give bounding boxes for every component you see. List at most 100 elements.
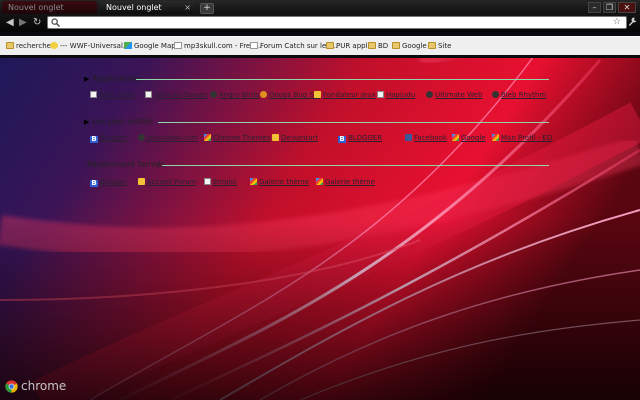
app-icon bbox=[210, 91, 217, 98]
tab-title: Nouvel onglet bbox=[8, 3, 64, 12]
app-icon bbox=[90, 91, 97, 98]
google-icon bbox=[250, 178, 257, 185]
google-maps-icon bbox=[124, 42, 132, 49]
section-apps-header[interactable]: ▶ Applications bbox=[84, 74, 141, 84]
section-title: Applications bbox=[92, 74, 142, 83]
minimize-button[interactable]: – bbox=[588, 2, 601, 13]
folder-icon bbox=[392, 42, 400, 49]
most-visited-item[interactable]: B Blogger bbox=[90, 134, 127, 143]
bookmark-google-maps[interactable]: Google Maps bbox=[124, 41, 179, 51]
app-item[interactable]: Tableau Google bbox=[145, 91, 208, 100]
blogger-icon: B bbox=[338, 135, 346, 143]
bookmark-label: PUR appli bbox=[336, 42, 370, 50]
bookmark-google[interactable]: Google bbox=[392, 41, 427, 51]
app-item[interactable]: Angry Birds bbox=[210, 91, 260, 100]
section-title: Récemment fermés bbox=[87, 160, 166, 169]
facebook-icon bbox=[405, 134, 412, 141]
google-icon bbox=[452, 134, 459, 141]
recently-closed-item[interactable]: Galerie thème bbox=[250, 178, 309, 187]
section-recently-closed-header[interactable]: Récemment fermés bbox=[84, 160, 165, 170]
section-divider bbox=[136, 79, 549, 80]
app-item[interactable]: Web Store bbox=[90, 91, 135, 100]
tab-title: Nouvel onglet bbox=[106, 3, 162, 12]
google-icon bbox=[204, 134, 211, 141]
site-icon bbox=[272, 134, 279, 141]
app-item[interactable]: Hapjudu bbox=[377, 91, 415, 100]
folder-icon bbox=[368, 42, 376, 49]
bookmark-bd[interactable]: BD bbox=[368, 41, 388, 51]
bookmark-wwf[interactable]: --- WWF-Universal... bbox=[50, 41, 130, 51]
new-tab-button[interactable]: + bbox=[200, 3, 214, 14]
bookmark-label: --- WWF-Universal... bbox=[60, 42, 130, 50]
page-icon bbox=[204, 178, 211, 185]
wwf-icon bbox=[50, 42, 58, 49]
blogger-icon: B bbox=[90, 135, 98, 143]
section-title: Les plus visités bbox=[92, 117, 153, 126]
maximize-button[interactable]: ❐ bbox=[603, 2, 616, 13]
expand-triangle-icon: ▶ bbox=[84, 75, 90, 83]
tab-close-icon[interactable]: × bbox=[184, 1, 191, 14]
folder-icon bbox=[326, 42, 334, 49]
bookmark-forum-catch[interactable]: Forum Catch sur leu... bbox=[250, 41, 337, 51]
recently-closed-item[interactable]: B Blogger bbox=[90, 178, 127, 187]
bookmarks-bar: recherche --- WWF-Universal... Google Ma… bbox=[0, 32, 640, 58]
bookmarks-strip: recherche --- WWF-Universal... Google Ma… bbox=[0, 36, 640, 55]
app-icon bbox=[426, 91, 433, 98]
page-icon bbox=[174, 42, 182, 49]
bookmark-label: Site bbox=[438, 42, 452, 50]
expand-triangle-icon: ▶ bbox=[84, 118, 90, 126]
google-icon bbox=[492, 134, 499, 141]
most-visited-item[interactable]: B BLOGGER bbox=[338, 134, 382, 143]
bookmark-star-icon[interactable]: ☆ bbox=[613, 17, 621, 28]
most-visited-item[interactable]: Facebook bbox=[405, 134, 447, 143]
blogger-icon: B bbox=[90, 179, 98, 187]
forward-button[interactable]: ▶ bbox=[19, 17, 27, 29]
site-icon bbox=[138, 178, 145, 185]
section-divider bbox=[158, 122, 549, 123]
recently-closed-item[interactable]: Emploi bbox=[204, 178, 237, 187]
most-visited-item[interactable]: Google bbox=[452, 134, 486, 143]
most-visited-item[interactable]: Jeuxvideo.com bbox=[138, 134, 198, 143]
section-most-visited-header[interactable]: ▶ Les plus visités bbox=[84, 117, 153, 127]
app-item[interactable]: Ultimate Web bbox=[426, 91, 482, 100]
app-item[interactable]: Bleb Rhythm bbox=[492, 91, 546, 100]
wrench-icon[interactable] bbox=[628, 17, 637, 30]
bookmark-label: Google bbox=[402, 42, 427, 50]
page-icon bbox=[250, 42, 258, 49]
omnibox[interactable]: ☆ bbox=[47, 16, 627, 35]
search-icon bbox=[51, 18, 60, 27]
bookmark-label: recherche bbox=[16, 42, 51, 50]
tab-strip: Nouvel onglet Nouvel onglet × + – ❐ ✕ bbox=[0, 0, 640, 14]
chrome-logo-icon bbox=[5, 380, 18, 393]
app-icon bbox=[145, 91, 152, 98]
bookmark-label: BD bbox=[378, 42, 389, 50]
app-icon bbox=[377, 91, 384, 98]
section-divider bbox=[162, 165, 549, 166]
app-item[interactable]: Fondateur Jeux bbox=[314, 91, 376, 100]
app-icon bbox=[314, 91, 321, 98]
site-icon bbox=[138, 134, 145, 141]
new-tab-page: ▶ Applications Web Store Tableau Google A… bbox=[0, 58, 640, 400]
toolbar: ◀ ▶ ↻ ☆ bbox=[0, 14, 640, 35]
back-button[interactable]: ◀ bbox=[6, 17, 14, 29]
chrome-wordmark: chrome bbox=[21, 379, 67, 393]
google-icon bbox=[316, 178, 323, 185]
app-item[interactable]: Ooops Bug Sol bbox=[260, 91, 320, 100]
bookmark-mp3skull[interactable]: mp3skull.com - Free... bbox=[174, 41, 261, 51]
bookmark-site[interactable]: Site bbox=[428, 41, 451, 51]
recently-closed-item[interactable]: Accueil Forum bbox=[138, 178, 196, 187]
tab-inactive[interactable]: Nouvel onglet bbox=[2, 1, 97, 14]
app-icon bbox=[492, 91, 499, 98]
tab-active[interactable]: Nouvel onglet × bbox=[100, 1, 195, 14]
recently-closed-item[interactable]: Galerie thème bbox=[316, 178, 375, 187]
reload-button[interactable]: ↻ bbox=[33, 17, 41, 29]
most-visited-item[interactable]: Deviantart bbox=[272, 134, 318, 143]
folder-icon bbox=[428, 42, 436, 49]
most-visited-item[interactable]: Mon Profil - ED bbox=[492, 134, 552, 143]
bookmark-recherche[interactable]: recherche bbox=[6, 41, 51, 51]
most-visited-item[interactable]: Chrome Themes bbox=[204, 134, 270, 143]
close-window-button[interactable]: ✕ bbox=[618, 2, 636, 13]
bookmark-pur-appli[interactable]: PUR appli bbox=[326, 41, 370, 51]
bookmark-label: Google Maps bbox=[134, 42, 180, 50]
folder-icon bbox=[6, 42, 14, 49]
